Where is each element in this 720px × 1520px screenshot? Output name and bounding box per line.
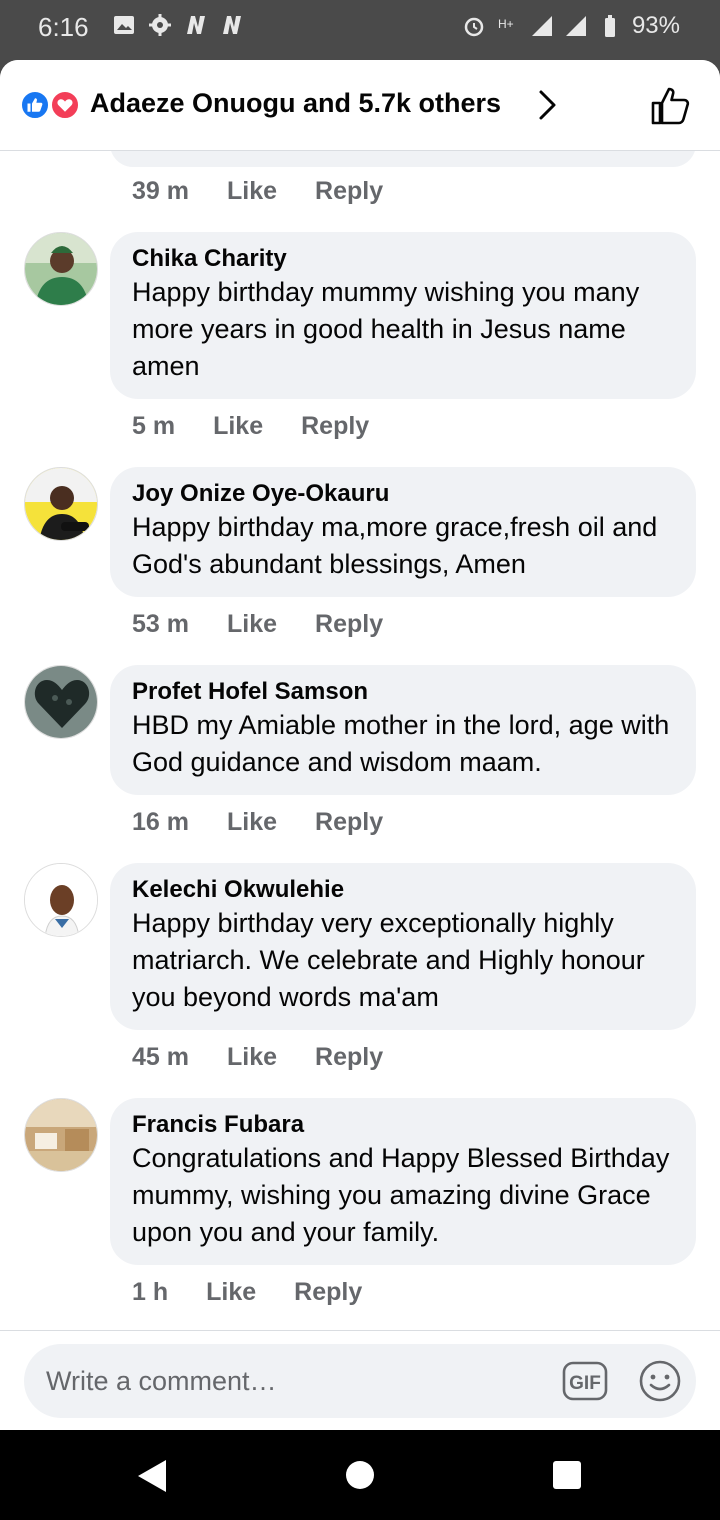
svg-text:H+: H+	[498, 17, 514, 31]
avatar[interactable]	[24, 232, 98, 306]
comment-meta: 53 m Like Reply	[132, 610, 383, 639]
image-icon	[114, 16, 134, 34]
signal-icon	[565, 16, 586, 36]
comment-reply-button[interactable]: Reply	[315, 177, 383, 206]
comment-reply-button[interactable]: Reply	[301, 412, 369, 441]
comment-meta: 1 h Like Reply	[132, 1278, 362, 1307]
comment-bubble[interactable]: Profet Hofel Samson HBD my Amiable mothe…	[110, 665, 696, 795]
reaction-summary	[20, 90, 82, 120]
chevron-right-icon[interactable]	[536, 88, 560, 122]
comment-like-button[interactable]: Like	[227, 610, 277, 639]
comment-composer: GIF	[0, 1330, 720, 1430]
avatar[interactable]	[24, 467, 98, 541]
comment-reply-button[interactable]: Reply	[294, 1278, 362, 1307]
alarm-icon	[464, 17, 484, 37]
comment-text: HBD my Amiable mother in the lord, age w…	[132, 710, 670, 777]
signal-icon	[531, 16, 552, 36]
comment-like-button[interactable]: Like	[227, 808, 277, 837]
n-icon	[187, 16, 205, 34]
comment-bubble[interactable]: Kelechi Okwulehie Happy birthday very ex…	[110, 863, 696, 1030]
home-icon[interactable]	[346, 1461, 374, 1489]
commenter-name[interactable]: Chika Charity	[132, 244, 674, 274]
gif-label: GIF	[569, 1373, 601, 1394]
system-nav-bar	[0, 1430, 720, 1520]
comment-like-button[interactable]: Like	[227, 1043, 277, 1072]
n-icon	[223, 16, 241, 34]
comment-like-button[interactable]: Like	[213, 412, 263, 441]
recents-icon[interactable]	[553, 1461, 581, 1489]
comment-meta: 16 m Like Reply	[132, 808, 383, 837]
commenter-name[interactable]: Profet Hofel Samson	[132, 677, 674, 707]
comment-list[interactable]: 39 m Like Reply Chika Charity Happy birt…	[0, 151, 720, 1329]
commenter-name[interactable]: Francis Fubara	[132, 1110, 674, 1140]
like-button-icon[interactable]	[648, 84, 692, 128]
comment-text: Congratulations and Happy Blessed Birthd…	[132, 1143, 670, 1247]
commenter-name[interactable]: Kelechi Okwulehie	[132, 875, 674, 905]
comment-text: Happy birthday mummy wishing you many mo…	[132, 277, 640, 381]
reactors-title[interactable]: Adaeze Onuogu and 5.7k others	[90, 88, 501, 119]
comment-like-button[interactable]: Like	[227, 177, 277, 206]
gear-icon	[149, 14, 171, 36]
comment-reply-button[interactable]: Reply	[315, 610, 383, 639]
gif-icon[interactable]: GIF	[562, 1361, 608, 1401]
previous-comment-meta: 39 m Like Reply	[132, 177, 383, 206]
comment-time: 45 m	[132, 1043, 189, 1071]
comment-time: 16 m	[132, 808, 189, 836]
avatar[interactable]	[24, 1098, 98, 1172]
comment-reply-button[interactable]: Reply	[315, 808, 383, 837]
comment-reply-button[interactable]: Reply	[315, 1043, 383, 1072]
comment-meta: 5 m Like Reply	[132, 412, 369, 441]
commenter-name[interactable]: Joy Onize Oye-Okauru	[132, 479, 674, 509]
comment-bubble[interactable]: Chika Charity Happy birthday mummy wishi…	[110, 232, 696, 399]
comment-time: 39 m	[132, 177, 189, 205]
battery-icon	[604, 15, 615, 37]
avatar[interactable]	[24, 665, 98, 739]
status-bar: 6:16 H+ 93%	[0, 0, 720, 60]
comment-like-button[interactable]: Like	[206, 1278, 256, 1307]
hplus-icon: H+	[498, 17, 514, 31]
comment-time: 5 m	[132, 412, 176, 440]
like-reaction-icon	[20, 90, 50, 120]
reactions-header[interactable]: Adaeze Onuogu and 5.7k others	[0, 60, 720, 151]
comment-text: Happy birthday ma,more grace,fresh oil a…	[132, 512, 658, 579]
avatar[interactable]	[24, 863, 98, 937]
previous-comment-bubble	[110, 151, 696, 167]
love-reaction-icon	[50, 90, 80, 120]
comment-time: 1 h	[132, 1278, 169, 1306]
comment-bubble[interactable]: Francis Fubara Congratulations and Happy…	[110, 1098, 696, 1265]
emoji-icon[interactable]	[638, 1359, 682, 1403]
comment-meta: 45 m Like Reply	[132, 1043, 383, 1072]
comment-text: Happy birthday very exceptionally highly…	[132, 908, 645, 1012]
comment-bubble[interactable]: Joy Onize Oye-Okauru Happy birthday ma,m…	[110, 467, 696, 597]
battery-percent: 93%	[631, 12, 680, 39]
comments-sheet: Adaeze Onuogu and 5.7k others 39 m Like …	[0, 60, 720, 1430]
status-time: 6:16	[38, 12, 89, 42]
back-icon[interactable]	[136, 1458, 168, 1494]
comment-time: 53 m	[132, 610, 189, 638]
